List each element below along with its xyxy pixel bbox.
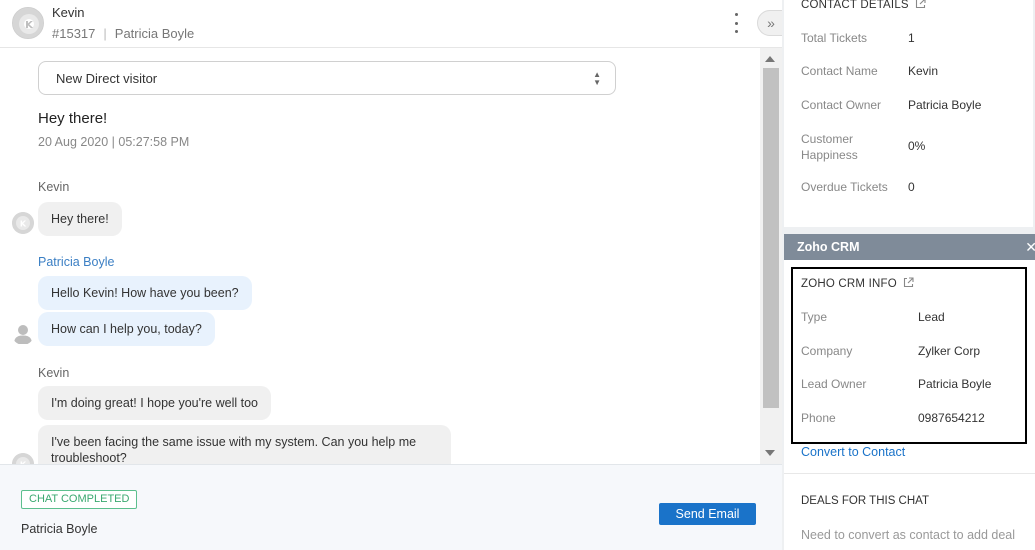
expand-panel-button[interactable]: » <box>757 10 785 36</box>
message-sender: Kevin <box>38 180 70 194</box>
crm-value: Patricia Boyle <box>918 377 992 391</box>
contact-avatar[interactable]: K <box>12 7 44 39</box>
convert-to-contact-link[interactable]: Convert to Contact <box>801 445 905 459</box>
person-icon <box>14 325 32 344</box>
close-icon[interactable]: ✕ <box>1025 234 1035 260</box>
section-divider <box>784 473 1035 474</box>
greeting-message: Hey there! <box>38 110 108 127</box>
svg-text:K: K <box>20 220 27 229</box>
chat-pane: K Kevin #15317 | Patricia Boyle » New Dire… <box>0 0 785 550</box>
user-avatar-icon: K <box>12 453 34 464</box>
crm-label: Phone <box>801 411 836 425</box>
crm-info-title: ZOHO CRM INFO <box>801 277 914 290</box>
visitor-avatar: K <box>12 212 34 234</box>
detail-value: Patricia Boyle <box>908 98 982 112</box>
visitor-type-value: New Direct visitor <box>56 70 158 86</box>
deals-title: DEALS FOR THIS CHAT <box>801 495 930 507</box>
contact-details-card: CONTACT DETAILS Total Tickets 1 Contact … <box>784 0 1033 227</box>
detail-value: 1 <box>908 31 915 45</box>
send-email-button[interactable]: Send Email <box>659 503 756 525</box>
detail-label: Total Tickets <box>801 31 868 45</box>
scroll-up-icon[interactable] <box>765 56 775 62</box>
detail-label: Overdue Tickets <box>801 180 888 194</box>
message-bubble: I've been facing the same issue with my … <box>38 425 451 464</box>
more-options-icon[interactable] <box>728 13 744 33</box>
crm-value: 0987654212 <box>918 411 985 425</box>
crm-label: Type <box>801 310 828 324</box>
chat-header: K Kevin #15317 | Patricia Boyle <box>0 0 782 48</box>
crm-label: Lead Owner <box>801 377 867 391</box>
user-avatar-icon: K <box>12 212 34 234</box>
detail-label: Contact Owner <box>801 98 882 112</box>
meta-separator: | <box>103 26 107 41</box>
detail-label: Contact Name <box>801 64 878 78</box>
contact-details-title: CONTACT DETAILS <box>801 0 926 11</box>
external-link-icon[interactable] <box>903 277 914 288</box>
user-avatar-icon: K <box>13 8 43 38</box>
ticket-meta: #15317 | Patricia Boyle <box>52 26 194 41</box>
contact-details-heading: CONTACT DETAILS <box>801 0 909 11</box>
message-bubble: How can I help you, today? <box>38 312 215 346</box>
message-scrollbar[interactable] <box>760 48 782 464</box>
deals-note: Need to convert as contact to add deal <box>801 528 1016 542</box>
visitor-avatar: K <box>12 453 34 464</box>
ticket-id[interactable]: #15317 <box>52 26 95 41</box>
message-bubble: I'm doing great! I hope you're well too <box>38 386 271 420</box>
crm-section-header[interactable]: Zoho CRM ✕ <box>784 234 1035 260</box>
agent-avatar <box>12 323 34 345</box>
detail-value: 0 <box>908 180 915 194</box>
details-pane: CONTACT DETAILS Total Tickets 1 Contact … <box>782 0 1035 550</box>
detail-value: Kevin <box>908 64 939 78</box>
chat-footer: CHAT COMPLETED Patricia Boyle Send Email <box>0 464 782 550</box>
crm-section-title: Zoho CRM <box>797 240 860 254</box>
detail-value: 0% <box>908 139 926 153</box>
message-sender: Kevin <box>38 366 70 380</box>
message-bubble: Hey there! <box>38 202 122 236</box>
scroll-down-icon[interactable] <box>765 450 775 456</box>
select-arrows-icon: ▲ ▼ <box>593 70 601 87</box>
crm-value: Lead <box>918 310 945 324</box>
crm-label: Company <box>801 344 853 358</box>
message-list[interactable]: New Direct visitor ▲ ▼ Hey there! 20 Aug … <box>0 48 760 464</box>
svg-text:K: K <box>25 20 34 31</box>
greeting-timestamp: 20 Aug 2020 | 05:27:58 PM <box>38 135 190 149</box>
scrollbar-thumb[interactable] <box>763 68 779 408</box>
footer-agent-name: Patricia Boyle <box>21 522 98 536</box>
visitor-type-select[interactable]: New Direct visitor ▲ ▼ <box>38 61 616 95</box>
detail-label: Customer Happiness <box>801 132 858 162</box>
assignee-name: Patricia Boyle <box>114 26 195 41</box>
contact-name: Kevin <box>52 5 85 20</box>
double-chevron-right-icon: » <box>767 15 775 31</box>
external-link-icon[interactable] <box>915 0 926 9</box>
status-badge: CHAT COMPLETED <box>21 490 138 509</box>
message-sender[interactable]: Patricia Boyle <box>38 255 114 269</box>
message-bubble: Hello Kevin! How have you been? <box>38 276 252 310</box>
crm-info-heading: ZOHO CRM INFO <box>801 278 897 290</box>
crm-value: Zylker Corp <box>918 344 981 358</box>
crm-info-card: ZOHO CRM INFO Type Lead Company Zylker C… <box>784 260 1035 550</box>
